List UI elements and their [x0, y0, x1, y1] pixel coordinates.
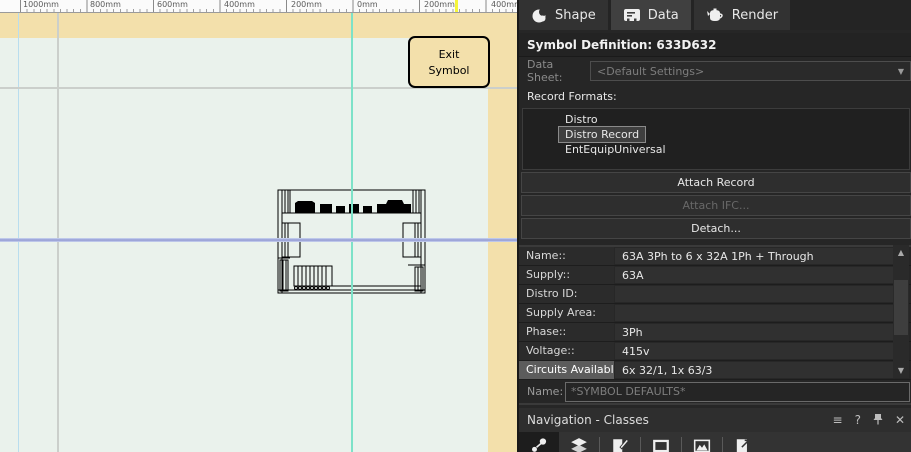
- tab-render-label: Render: [731, 7, 779, 23]
- exit-symbol-label-1: Exit: [438, 47, 460, 61]
- object-info-panel: Shape Data Render Symbol Definition: 633…: [517, 0, 911, 452]
- render-icon: [706, 8, 723, 21]
- data-sheet-row: Data Sheet: <Default Settings> ▼: [519, 58, 911, 84]
- classes-icon[interactable]: [519, 432, 559, 452]
- field-row-circuits-available: Circuits Available: 6x 32/1, 1x 63/3: [519, 361, 911, 380]
- list-item-distro-record[interactable]: Distro Record: [557, 126, 647, 143]
- guide-line-horizontal: [0, 238, 517, 242]
- field-value[interactable]: 415v: [614, 342, 895, 360]
- scrollbar-thumb[interactable]: [894, 280, 908, 335]
- application-window: Exit Symbol 1000mm 800mm 600mm 400mm 200…: [0, 0, 911, 452]
- tab-data-label: Data: [647, 7, 679, 23]
- exit-symbol-label-2: Symbol: [428, 63, 470, 77]
- field-value[interactable]: 3Ph: [614, 323, 895, 341]
- record-fields-table: Name:: 63A 3Ph to 6 x 32A 1Ph + Through …: [519, 245, 911, 380]
- sheet-layers-icon[interactable]: [600, 432, 640, 452]
- ruler-cursor-marker: [455, 0, 458, 12]
- ruler-label: 1000mm: [23, 0, 59, 9]
- ruler-label: 400mm: [224, 0, 255, 9]
- exit-symbol-button[interactable]: Exit Symbol: [408, 36, 490, 88]
- ruler-label: 800mm: [90, 0, 121, 9]
- field-label: Phase::: [519, 323, 614, 341]
- attach-record-button[interactable]: Attach Record: [521, 172, 911, 193]
- axis-line-vertical: [351, 13, 353, 452]
- field-label: Voltage::: [519, 342, 614, 360]
- field-label: Supply::: [519, 266, 614, 284]
- ruler-label: 200mm: [291, 0, 322, 9]
- fields-scrollbar[interactable]: ▲ ▼: [893, 245, 909, 378]
- pin-icon[interactable]: [873, 413, 883, 427]
- attach-ifc-button: Attach IFC...: [521, 195, 911, 216]
- references-icon[interactable]: [723, 432, 763, 452]
- chevron-down-icon: ▼: [897, 66, 904, 76]
- symbol-definition-header: Symbol Definition: 633D632: [519, 33, 911, 57]
- ruler-label: 600mm: [157, 0, 188, 9]
- saved-views-icon[interactable]: [682, 432, 722, 452]
- navigation-panel-title: Navigation - Classes: [527, 413, 649, 427]
- field-label: Supply Area:: [519, 304, 614, 322]
- help-icon[interactable]: ?: [855, 414, 861, 426]
- navigation-palette-bar: [519, 432, 911, 452]
- horizontal-ruler: 1000mm 800mm 600mm 400mm 200mm 0mm 200mm…: [0, 0, 517, 13]
- symbol-name-label: Name:: [527, 385, 564, 398]
- field-label: Circuits Available:: [519, 361, 614, 379]
- record-formats-list: Distro Distro Record EntEquipUniversal: [522, 108, 910, 170]
- tab-data[interactable]: Data: [610, 0, 691, 30]
- data-sheet-value: <Default Settings>: [597, 64, 705, 78]
- close-icon[interactable]: ✕: [895, 414, 905, 426]
- field-value[interactable]: [614, 285, 895, 303]
- grid-line-vertical: [57, 13, 59, 452]
- record-formats-label: Record Formats:: [527, 90, 617, 103]
- design-layers-icon[interactable]: [559, 432, 599, 452]
- ruler-label: 0mm: [357, 0, 378, 9]
- field-row-name: Name:: 63A 3Ph to 6 x 32A 1Ph + Through: [519, 247, 911, 266]
- detach-button[interactable]: Detach...: [521, 218, 911, 239]
- symbol-name-placeholder: *SYMBOL DEFAULTS*: [571, 385, 686, 398]
- list-item-entequipuniversal[interactable]: EntEquipUniversal: [559, 142, 672, 157]
- shape-icon: [532, 7, 547, 22]
- ruler-label: 200mm: [424, 0, 455, 9]
- scroll-up-icon[interactable]: ▲: [893, 245, 909, 260]
- field-value[interactable]: 63A 3Ph to 6 x 32A 1Ph + Through: [614, 247, 895, 265]
- data-sheet-dropdown[interactable]: <Default Settings> ▼: [590, 61, 911, 81]
- list-item-distro[interactable]: Distro: [559, 112, 604, 127]
- field-value[interactable]: 6x 32/1, 1x 63/3: [614, 361, 895, 379]
- menu-icon[interactable]: ≡: [833, 414, 843, 426]
- field-label: Distro ID:: [519, 285, 614, 303]
- tab-shape[interactable]: Shape: [519, 0, 608, 30]
- field-value[interactable]: [614, 304, 895, 322]
- field-value[interactable]: 63A: [614, 266, 895, 284]
- guide-line-blue: [18, 13, 19, 452]
- field-row-distro-id: Distro ID:: [519, 285, 911, 304]
- drawing-canvas[interactable]: Exit Symbol 1000mm 800mm 600mm 400mm 200…: [0, 0, 517, 452]
- field-row-supply-area: Supply Area:: [519, 304, 911, 323]
- tab-render[interactable]: Render: [693, 0, 791, 30]
- data-icon: [623, 8, 640, 21]
- field-row-voltage: Voltage:: 415v: [519, 342, 911, 361]
- ruler-label: 400mm: [491, 0, 517, 9]
- symbol-name-row: Name: *SYMBOL DEFAULTS*: [519, 380, 911, 405]
- data-sheet-label: Data Sheet:: [527, 58, 563, 84]
- field-row-phase: Phase:: 3Ph: [519, 323, 911, 342]
- viewports-icon[interactable]: [641, 432, 681, 452]
- field-row-supply: Supply:: 63A: [519, 266, 911, 285]
- scroll-down-icon[interactable]: ▼: [893, 363, 909, 378]
- field-label: Name::: [519, 247, 614, 265]
- tab-shape-label: Shape: [555, 7, 596, 23]
- panel-tab-bar: Shape Data Render: [519, 0, 911, 30]
- symbol-name-input[interactable]: *SYMBOL DEFAULTS*: [565, 381, 910, 402]
- navigation-panel-header: Navigation - Classes ≡ ? ✕: [519, 408, 911, 432]
